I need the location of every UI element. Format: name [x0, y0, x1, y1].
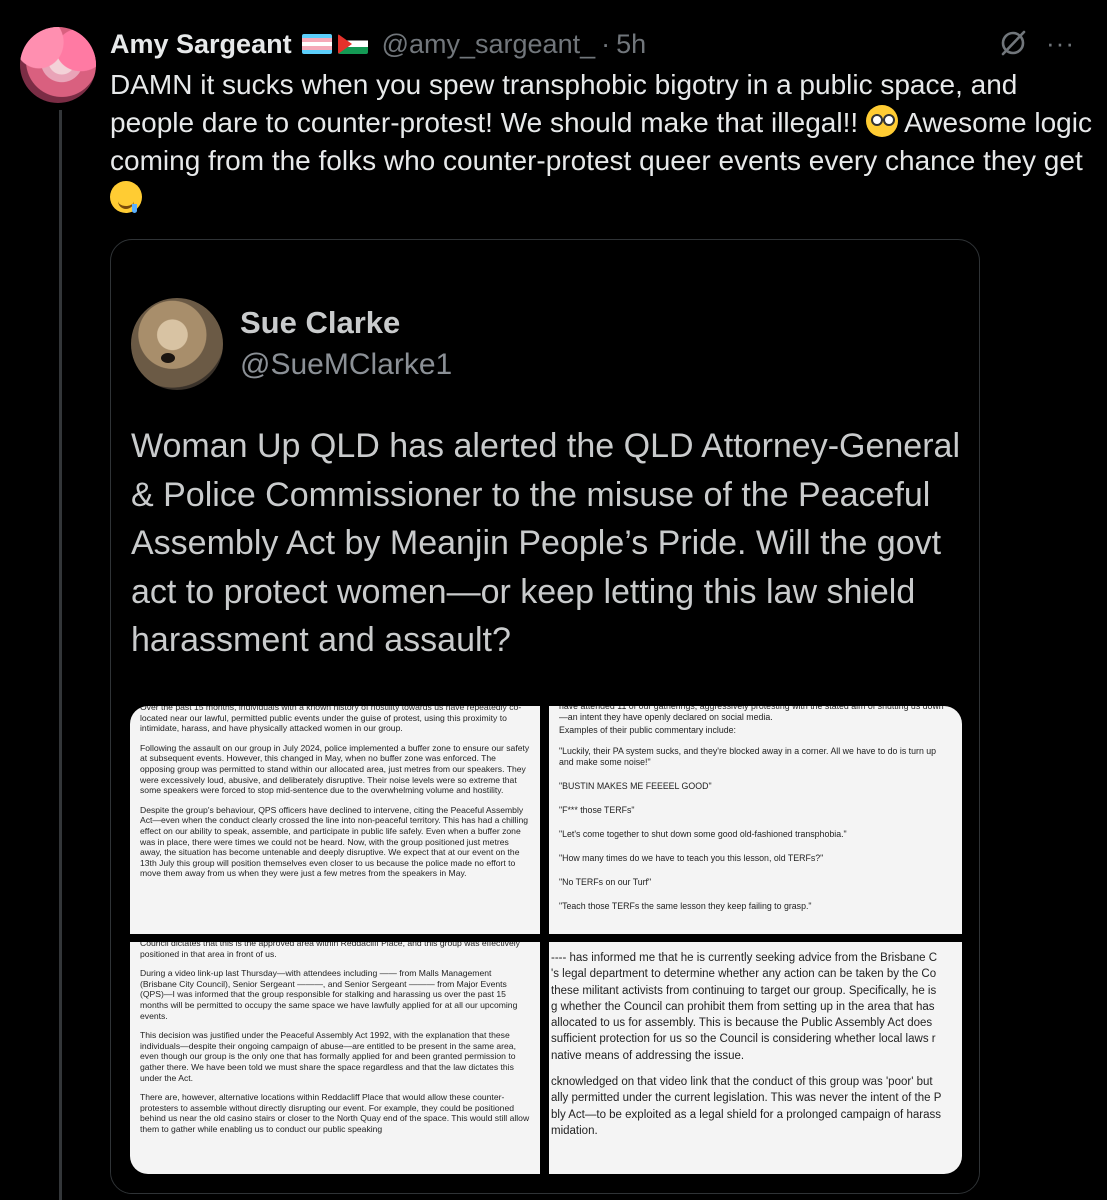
- thread-line: [59, 110, 62, 1200]
- quoted-author-name: Sue Clarke: [240, 305, 401, 340]
- document-image-top-right[interactable]: have attended 11 of our gatherings, aggr…: [549, 706, 962, 934]
- document-image-grid: Over the past 15 months, individuals wit…: [130, 706, 962, 1174]
- quoted-post[interactable]: Sue Clarke @SueMClarke1 Woman Up QLD has…: [110, 239, 980, 1194]
- doc-paragraph: During a video link-up last Thursday—wit…: [140, 968, 518, 1021]
- nerd-face-emoji: [865, 105, 898, 137]
- doc-line: midation.: [551, 1124, 598, 1137]
- post-text: DAMN it sucks when you spew transphobic …: [110, 66, 1095, 218]
- doc-quote: "No TERFs on our Turf": [559, 877, 652, 887]
- doc-quote: "How many times do we have to teach you …: [559, 853, 824, 863]
- palestine-flag-icon: [337, 34, 368, 54]
- author-avatar[interactable]: [20, 27, 96, 103]
- doc-line: [551, 1064, 962, 1074]
- separator-dot: ·: [601, 28, 611, 59]
- more-icon[interactable]: ···: [1046, 30, 1075, 56]
- doc-paragraph: have attended 11 of our gatherings, aggr…: [559, 706, 944, 722]
- quoted-text: Woman Up QLD has alerted the QLD Attorne…: [131, 427, 960, 659]
- doc-line: bly Act—to be exploited as a legal shiel…: [551, 1108, 941, 1121]
- author-name[interactable]: Amy Sargeant: [110, 29, 292, 60]
- doc-paragraph: This decision was justified under the Pe…: [140, 1030, 516, 1083]
- doc-line: ---- has informed me that he is currentl…: [551, 952, 938, 964]
- doc-quote: "Luckily, their PA system sucks, and the…: [559, 746, 937, 767]
- doc-line: ally permitted under the current legisla…: [551, 1092, 942, 1105]
- doc-paragraph: Examples of their public commentary incl…: [559, 725, 736, 735]
- doc-paragraph: There are, however, alternative location…: [140, 1092, 530, 1134]
- doc-quote: "F*** those TERFs": [559, 805, 635, 815]
- doc-line: allocated to us for assembly. This is be…: [551, 1017, 933, 1030]
- post-header: Amy Sargeant @amy_sargeant_ · 5h: [110, 26, 646, 62]
- doc-line: cknowledged on that video link that the …: [551, 1076, 933, 1089]
- quoted-author-avatar: [131, 298, 223, 390]
- document-image-top-left[interactable]: Over the past 15 months, individuals wit…: [130, 706, 540, 934]
- doc-quote: "Let's come together to shut down some g…: [559, 829, 847, 839]
- doc-paragraph: Following the assault on our group in Ju…: [140, 742, 530, 796]
- doc-line: native means of addressing the issue.: [551, 1049, 745, 1062]
- drooling-face-emoji: [110, 181, 142, 213]
- doc-paragraph: Over the past 15 months, individuals wit…: [140, 706, 522, 734]
- post-time[interactable]: 5h: [616, 29, 646, 60]
- doc-paragraph: Despite the group's behaviour, QPS offic…: [140, 804, 529, 879]
- doc-line: these militant activists from continuing…: [551, 984, 937, 997]
- grok-icon[interactable]: [997, 27, 1029, 59]
- doc-paragraph: Council dictates that this is the approv…: [140, 942, 520, 959]
- doc-quote: "Teach those TERFs the same lesson they …: [559, 901, 812, 911]
- doc-line: sufficient protection for us so the Coun…: [551, 1033, 936, 1046]
- author-handle[interactable]: @amy_sargeant_: [382, 29, 596, 60]
- document-image-bottom-left[interactable]: Council dictates that this is the approv…: [130, 942, 540, 1174]
- transgender-flag-icon: [301, 34, 332, 54]
- document-image-bottom-right[interactable]: ---- has informed me that he is currentl…: [549, 942, 962, 1174]
- doc-line: 's legal department to determine whether…: [551, 968, 937, 981]
- doc-line: g whether the Council can prohibit them …: [551, 1000, 935, 1013]
- doc-quote: "BUSTIN MAKES ME FEEEEL GOOD": [559, 781, 712, 791]
- quoted-author-handle: @SueMClarke1: [240, 348, 453, 381]
- quoted-screenshot: Sue Clarke @SueMClarke1 Woman Up QLD has…: [111, 262, 979, 1193]
